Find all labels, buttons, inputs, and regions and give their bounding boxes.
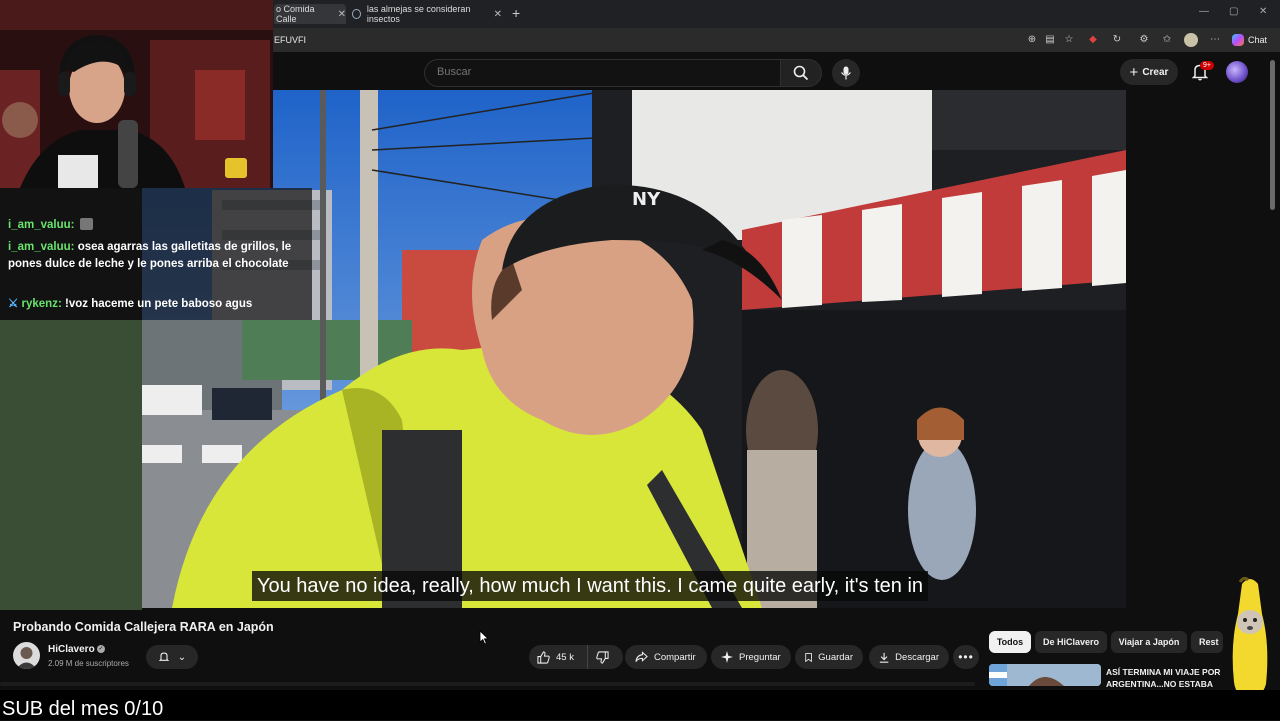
save-button[interactable]: Guardar	[795, 645, 863, 669]
share-button[interactable]: Compartir	[625, 645, 707, 669]
share-label: Compartir	[654, 651, 696, 663]
profile-icon[interactable]	[1184, 33, 1198, 47]
thumbnail-image	[989, 664, 1101, 686]
recommendation-title[interactable]: ASÍ TERMINA MI VIAJE POR ARGENTINA...NO …	[1106, 666, 1230, 688]
plus-icon: +	[1129, 63, 1139, 81]
sub-goal-counter: SUB del mes 0/10	[2, 698, 164, 720]
chip-rest[interactable]: Rest	[1191, 631, 1223, 653]
maximize-icon[interactable]: ▢	[1229, 6, 1238, 17]
video-left-edge	[0, 320, 142, 610]
search-button[interactable]	[780, 59, 822, 87]
create-button[interactable]: + Crear	[1120, 59, 1178, 85]
refresh-icon[interactable]: ↻	[1110, 33, 1124, 47]
channel-avatar[interactable]	[13, 642, 40, 669]
create-label: Crear	[1142, 66, 1169, 78]
puzzle-icon[interactable]: ⚙	[1137, 33, 1151, 47]
more-actions-button[interactable]: •••	[953, 645, 979, 669]
chip-all[interactable]: Todos	[989, 631, 1031, 653]
stream-bottom-bar	[0, 690, 1280, 720]
save-label: Guardar	[818, 651, 853, 663]
browser-tab[interactable]: las almejas se consideran insectos ✕	[352, 4, 502, 24]
translate-icon[interactable]: ⊕	[1025, 33, 1039, 47]
subscriber-count: 2.09 M de suscriptores	[48, 659, 129, 668]
extension-icon[interactable]: ◆	[1086, 33, 1100, 47]
more-horizontal-icon: •••	[958, 650, 974, 664]
copilot-icon	[1232, 34, 1244, 46]
close-tab-icon[interactable]: ✕	[338, 9, 346, 20]
chat-button[interactable]: Chat	[1232, 32, 1267, 48]
search-input[interactable]	[435, 65, 739, 79]
emote-icon	[79, 218, 93, 230]
sword-badge-icon: ⚔	[8, 298, 19, 310]
subscription-notifications-button[interactable]: ⌄	[146, 645, 198, 669]
thumbs-up-icon	[537, 650, 550, 664]
chat-username: i_am_valuu:	[8, 219, 75, 231]
mouse-cursor-icon	[479, 630, 489, 645]
streamer-webcam	[0, 0, 273, 188]
thumbs-down-icon	[596, 650, 609, 664]
user-avatar[interactable]	[1226, 61, 1248, 83]
dislike-button[interactable]	[588, 645, 623, 669]
video-subtitle: You have no idea, really, how much I wan…	[252, 571, 929, 601]
search-icon	[793, 65, 809, 81]
notification-badge: 9+	[1200, 61, 1214, 70]
channel-name[interactable]: HiClavero	[48, 644, 95, 655]
chat-message: i_am_valuu:	[8, 217, 304, 234]
search-box[interactable]	[424, 59, 781, 87]
chip-travel-japan[interactable]: Viajar a Japón	[1111, 631, 1187, 653]
window-close-icon[interactable]: ✕	[1259, 6, 1267, 17]
reader-icon[interactable]: ▤	[1043, 33, 1057, 47]
chat-message: ⚔ rykenz: !voz haceme un pete baboso agu…	[8, 296, 304, 313]
like-count: 45 k	[556, 651, 574, 663]
chat-text: !voz haceme un pete baboso agus	[65, 298, 253, 310]
ask-label: Preguntar	[739, 651, 781, 663]
sparkle-icon	[721, 651, 733, 663]
browser-tab-active[interactable]: o Comida Calle ✕	[274, 4, 346, 24]
video-player[interactable]: NY	[142, 90, 1126, 608]
ask-button[interactable]: Preguntar	[711, 645, 791, 669]
chat-username: rykenz:	[21, 298, 62, 310]
chat-message: i_am_valuu: osea agarras las galletitas …	[8, 239, 304, 273]
new-tab-icon[interactable]: +	[512, 5, 520, 21]
star-icon[interactable]: ☆	[1062, 33, 1076, 47]
chip-from-channel[interactable]: De HiClavero	[1035, 631, 1107, 653]
download-icon	[879, 652, 889, 663]
verified-icon: ✓	[97, 645, 105, 653]
voice-search-button[interactable]	[832, 59, 860, 87]
tab-title: las almejas se consideran insectos	[366, 4, 471, 24]
minimize-icon[interactable]: —	[1199, 6, 1209, 17]
download-label: Descargar	[895, 651, 939, 663]
svg-text:NY: NY	[632, 189, 661, 210]
video-title: Probando Comida Callejera RARA en Japón	[13, 620, 274, 634]
download-button[interactable]: Descargar	[869, 645, 949, 669]
bookmark-icon	[805, 652, 812, 662]
microphone-icon	[841, 66, 851, 80]
webcam-frame	[0, 0, 273, 188]
share-icon	[635, 651, 648, 662]
like-dislike-group: 45 k	[529, 645, 623, 669]
favorites-icon[interactable]: ✩	[1160, 33, 1174, 47]
globe-icon	[352, 9, 361, 19]
description-box-edge	[0, 682, 975, 686]
more-icon[interactable]: ⋯	[1208, 33, 1222, 47]
banana-cat-sticker	[1232, 576, 1268, 698]
channel-avatar-image	[16, 647, 37, 669]
stream-chat-overlay: i_am_valuu: i_am_valuu: osea agarras las…	[0, 188, 312, 320]
like-button[interactable]: 45 k	[529, 645, 588, 669]
chat-username: i_am_valuu:	[8, 241, 75, 253]
recommendation-thumbnail[interactable]	[989, 664, 1101, 686]
page-scrollbar[interactable]	[1270, 60, 1275, 210]
chat-label: Chat	[1248, 35, 1268, 45]
bell-icon	[158, 652, 170, 661]
tab-title: o Comida Calle	[276, 4, 315, 24]
close-tab-icon[interactable]: ✕	[494, 9, 502, 20]
video-frame: NY	[142, 90, 1126, 608]
chevron-down-icon: ⌄	[177, 651, 187, 663]
address-text[interactable]: EFUVFI	[274, 35, 306, 45]
